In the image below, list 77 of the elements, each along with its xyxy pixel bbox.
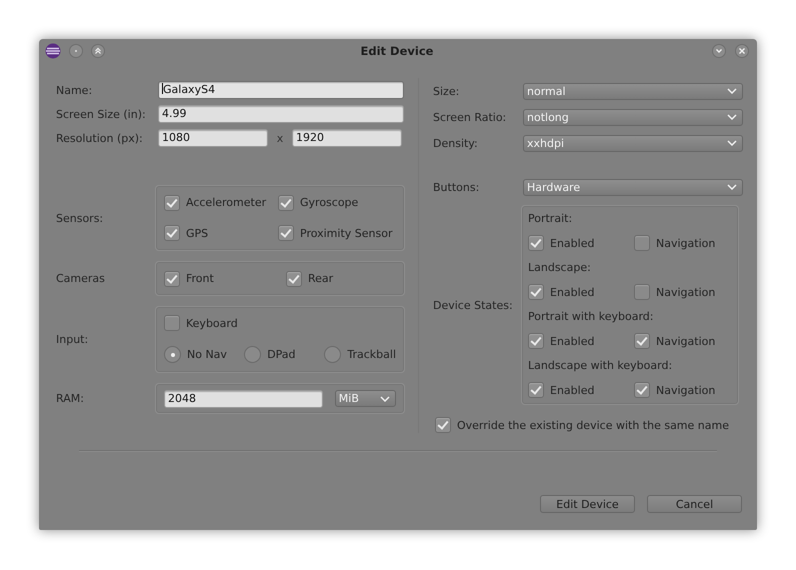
checkbox[interactable] [278, 194, 294, 211]
checkbox[interactable] [278, 225, 294, 242]
field-label: Buttons: [433, 180, 480, 194]
checkbox-label: Navigation [656, 334, 716, 348]
caret-icon [727, 184, 737, 190]
window-title: Edit Device [360, 44, 434, 58]
checkbox-label: Override the existing device with the same name [457, 418, 729, 432]
radio-label: No Nav [187, 348, 227, 361]
checkbox[interactable] [634, 284, 650, 300]
checkbox[interactable] [435, 417, 451, 433]
times-sign: x [276, 132, 284, 144]
state-heading: Portrait: [528, 211, 574, 227]
checkbox[interactable] [528, 235, 544, 251]
dropdown[interactable]: xxhdpi [523, 134, 743, 152]
dropdown[interactable]: Hardware [523, 178, 743, 196]
field-label: Density: [433, 136, 479, 150]
checkbox-label: Keyboard [186, 316, 238, 330]
dropdown[interactable]: notlong [523, 108, 743, 126]
dropdown[interactable]: normal [523, 82, 743, 100]
field-label: Resolution (px): [56, 132, 144, 144]
checkbox-label: Enabled [550, 236, 594, 250]
caret-icon [380, 396, 390, 402]
field-label: Sensors: [56, 212, 104, 224]
state-heading: Portrait with keyboard: [528, 309, 654, 325]
radio-label: Trackball [347, 348, 396, 361]
checkbox-label: Proximity Sensor [300, 226, 392, 240]
checkbox[interactable] [286, 270, 302, 286]
state-heading: Landscape: [528, 260, 592, 276]
dropdown[interactable]: MiB [334, 390, 396, 407]
checkbox-label: Accelerometer [186, 196, 266, 210]
field-label: Size: [433, 84, 460, 98]
checkbox[interactable] [634, 235, 650, 251]
app-icon [45, 43, 61, 59]
checkbox-label: Enabled [550, 286, 594, 298]
checkbox[interactable] [634, 333, 650, 349]
checkbox[interactable] [528, 284, 544, 300]
checkbox-label: Navigation [656, 236, 716, 250]
field-label: Input: [56, 333, 90, 346]
text-field[interactable]: GalaxyS4 [158, 81, 404, 99]
close-icon[interactable] [735, 44, 749, 58]
state-heading: Landscape with keyboard: [528, 358, 674, 374]
caret-icon [727, 114, 737, 120]
dialog-button[interactable]: Cancel [647, 495, 742, 513]
field-label: Screen Size (in): [56, 108, 147, 120]
text-field[interactable]: 1080 [158, 129, 268, 147]
field-label: Device States: [433, 298, 514, 312]
text-field[interactable]: 1920 [292, 129, 402, 147]
checkbox-label: Navigation [656, 286, 716, 298]
field-label: Screen Ratio: [433, 110, 508, 124]
checkbox-label: Rear [308, 272, 334, 285]
checkbox[interactable] [164, 194, 180, 211]
checkbox[interactable] [634, 382, 650, 398]
dialog-button[interactable]: Edit Device [540, 495, 635, 513]
field-label: Cameras [56, 272, 106, 285]
checkbox[interactable] [164, 315, 180, 331]
checkbox[interactable] [528, 333, 544, 349]
checkbox[interactable] [164, 270, 180, 286]
radio-button[interactable] [324, 346, 342, 363]
radio-button[interactable] [164, 346, 181, 363]
checkbox-label: Enabled [550, 334, 594, 348]
maximize-icon[interactable] [91, 44, 105, 58]
radio-button[interactable] [244, 346, 262, 363]
checkbox-label: Gyroscope [300, 196, 358, 210]
text-field[interactable]: 4.99 [158, 105, 404, 123]
radio-label: DPad [267, 348, 296, 361]
checkbox-label: Navigation [656, 384, 716, 396]
checkbox[interactable] [528, 382, 544, 398]
checkbox-label: GPS [186, 226, 208, 240]
caret-icon [727, 140, 737, 146]
field-label: RAM: [56, 392, 85, 405]
caret-icon [727, 88, 737, 94]
menu-icon[interactable] [712, 44, 726, 58]
text-field[interactable]: 2048 [164, 390, 323, 408]
field-label: Name: [56, 84, 94, 96]
checkbox-label: Enabled [550, 384, 594, 396]
checkbox-label: Front [186, 272, 214, 285]
checkbox[interactable] [164, 225, 180, 242]
